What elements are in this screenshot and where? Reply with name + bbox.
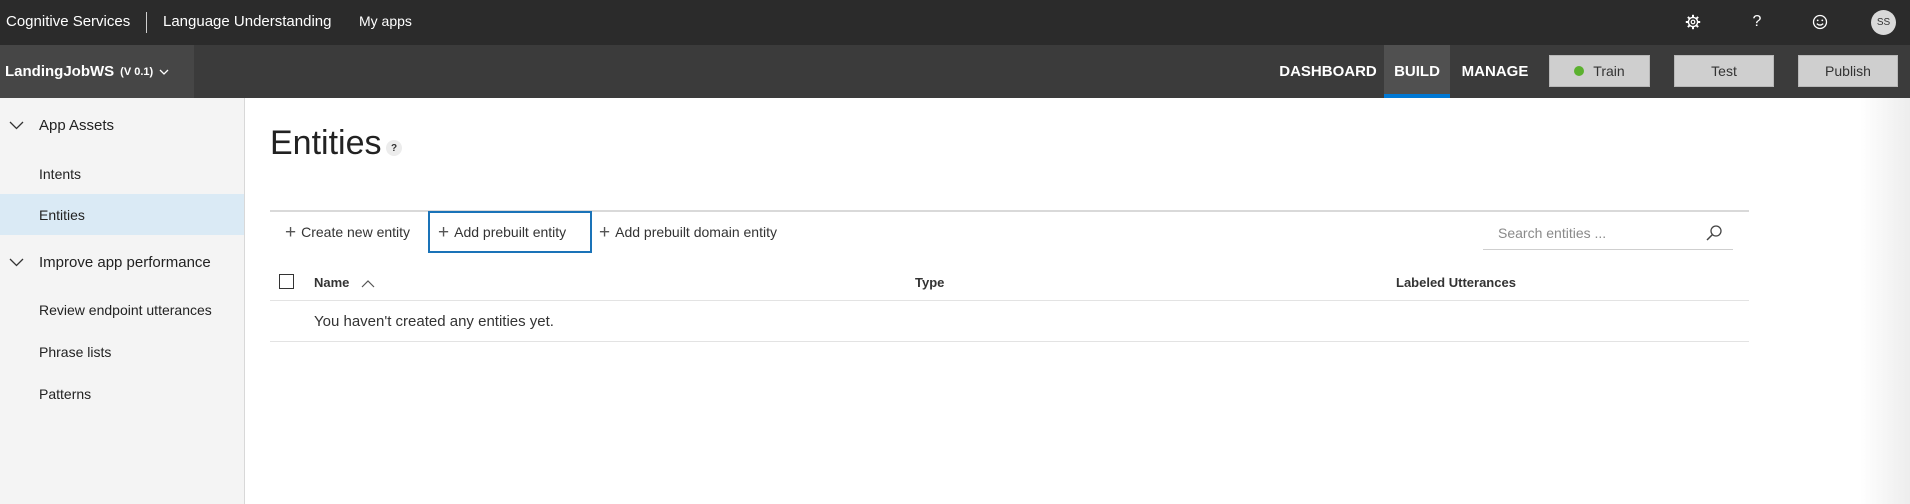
app-selector[interactable]: LandingJobWS (V 0.1) [0, 45, 194, 98]
brand-divider [146, 12, 147, 33]
create-new-entity-button[interactable]: + Create new entity [285, 211, 425, 253]
sidebar-group-app-assets[interactable]: App Assets [0, 110, 245, 140]
sidebar-item-phrase-lists[interactable]: Phrase lists [0, 331, 244, 372]
column-header-name-label: Name [314, 275, 350, 290]
search-icon[interactable] [1705, 224, 1723, 242]
chevron-down-icon [9, 121, 24, 130]
test-button-label: Test [1711, 63, 1737, 79]
plus-icon: + [285, 221, 297, 243]
my-apps-link[interactable]: My apps [359, 13, 412, 29]
search-input[interactable] [1483, 223, 1700, 242]
add-prebuilt-domain-entity-button[interactable]: + Add prebuilt domain entity [599, 211, 809, 253]
sidebar-group-label: Improve app performance [39, 253, 211, 271]
publish-button[interactable]: Publish [1798, 55, 1898, 87]
tab-manage-label: MANAGE [1461, 63, 1529, 80]
column-header-type[interactable]: Type [915, 275, 944, 290]
add-prebuilt-entity-button[interactable]: + Add prebuilt entity [428, 211, 592, 253]
table-row-divider [270, 341, 1749, 342]
table-header-divider [270, 300, 1749, 301]
column-header-name[interactable]: Name [314, 275, 375, 290]
plus-icon: + [599, 221, 611, 243]
tab-build[interactable]: BUILD [1384, 45, 1450, 98]
app-version: (V 0.1) [120, 65, 154, 78]
active-tab-indicator [1384, 94, 1450, 98]
create-new-entity-label: Create new entity [301, 224, 411, 240]
smiley-icon[interactable] [1809, 11, 1831, 33]
sidebar-item-intents[interactable]: Intents [0, 153, 244, 194]
help-icon[interactable]: ? [1746, 11, 1768, 33]
tab-dashboard[interactable]: DASHBOARD [1279, 45, 1377, 98]
sidebar: App Assets Intents Entities Improve app … [0, 98, 245, 504]
search-box[interactable] [1483, 216, 1733, 250]
app-bar: LandingJobWS (V 0.1) DASHBOARD BUILD MAN… [0, 45, 1910, 98]
app-name: LandingJobWS [5, 63, 115, 80]
sidebar-item-patterns[interactable]: Patterns [0, 373, 244, 414]
train-status-dot [1574, 66, 1585, 76]
tab-build-label: BUILD [1394, 63, 1440, 80]
train-button[interactable]: Train [1549, 55, 1650, 87]
help-icon[interactable]: ? [386, 140, 402, 156]
chevron-down-icon [9, 258, 24, 267]
top-bar: Cognitive Services Language Understandin… [0, 0, 1910, 45]
right-edge-shadow [1860, 98, 1910, 504]
sidebar-item-label: Intents [39, 165, 82, 182]
sidebar-item-label: Entities [39, 206, 85, 223]
gear-icon[interactable] [1682, 11, 1704, 33]
select-all-checkbox[interactable] [279, 274, 294, 289]
sidebar-group-improve-app-performance[interactable]: Improve app performance [0, 247, 245, 277]
publish-button-label: Publish [1825, 63, 1871, 79]
sidebar-item-label: Review endpoint utterances [39, 301, 212, 318]
sidebar-item-review-endpoint-utterances[interactable]: Review endpoint utterances [0, 289, 244, 330]
plus-icon: + [438, 221, 450, 243]
tab-manage[interactable]: MANAGE [1457, 45, 1533, 98]
sidebar-item-label: Patterns [39, 385, 92, 402]
sidebar-item-entities[interactable]: Entities [0, 194, 244, 235]
brand-link[interactable]: Cognitive Services [6, 13, 130, 30]
chevron-down-icon [159, 69, 169, 75]
test-button[interactable]: Test [1674, 55, 1774, 87]
sidebar-item-label: Phrase lists [39, 343, 112, 360]
product-name-link[interactable]: Language Understanding [163, 13, 331, 30]
avatar[interactable]: SS [1871, 10, 1896, 35]
empty-table-message: You haven't created any entities yet. [314, 313, 554, 330]
sidebar-group-label: App Assets [39, 116, 115, 134]
train-button-label: Train [1593, 63, 1625, 79]
add-prebuilt-entity-label: Add prebuilt entity [454, 224, 567, 240]
tab-dashboard-label: DASHBOARD [1279, 63, 1377, 80]
page-title: Entities [270, 124, 382, 162]
column-header-labeled-utterances[interactable]: Labeled Utterances [1396, 275, 1516, 290]
add-prebuilt-domain-entity-label: Add prebuilt domain entity [615, 224, 777, 240]
sort-ascending-icon [361, 279, 375, 287]
